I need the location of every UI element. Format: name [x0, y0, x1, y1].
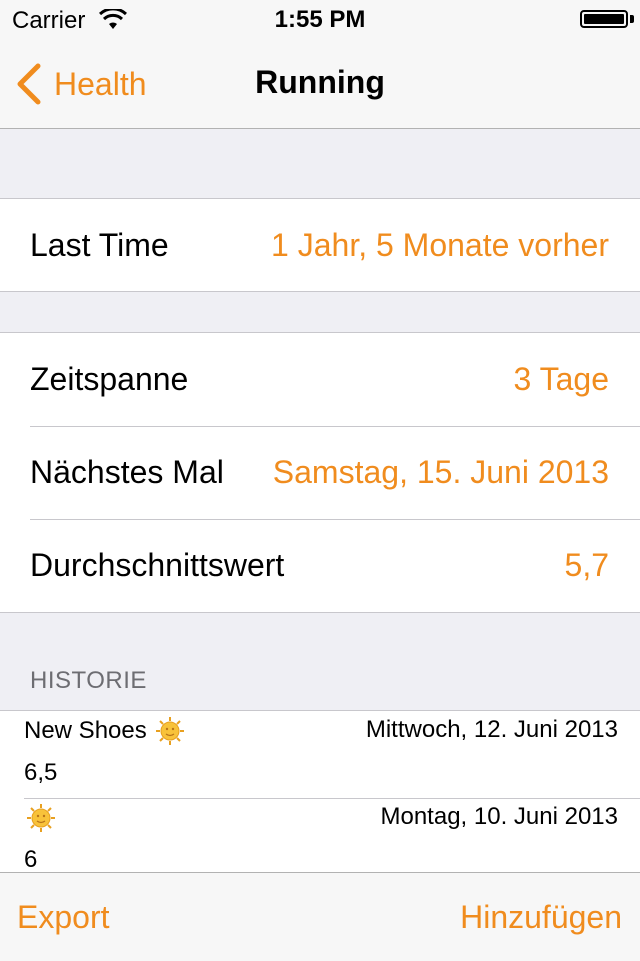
average-label: Durchschnittswert: [30, 547, 285, 583]
history-item-title: New Shoes: [24, 717, 147, 744]
export-button[interactable]: Export: [17, 899, 109, 936]
next-time-value: Samstag, 15. Juni 2013: [272, 454, 609, 490]
last-time-label: Last Time: [30, 227, 169, 263]
navigation-bar: Health Running: [0, 40, 640, 129]
history-item-title-wrap: New Shoes: [24, 716, 185, 746]
sun-emoji-icon: [27, 804, 55, 832]
list-item[interactable]: Montag, 10. Juni 2013 6: [0, 798, 640, 873]
battery-nub: [630, 15, 634, 23]
battery-icon: [580, 10, 628, 28]
add-button[interactable]: Hinzufügen: [460, 899, 622, 936]
list-item[interactable]: New Shoes Mittwoch, 12. Juni 2013 6,5: [0, 711, 640, 798]
history-item-value: 6,5: [24, 759, 58, 786]
page-title: Running: [255, 64, 385, 100]
next-time-label: Nächstes Mal: [30, 454, 224, 490]
history-item-value: 6: [24, 846, 38, 873]
status-bar: Carrier 1:55 PM: [0, 0, 640, 40]
history-item-date: Mittwoch, 12. Juni 2013: [365, 716, 618, 743]
history-list[interactable]: New Shoes Mittwoch, 12. Juni 2013 6,5 Mo…: [0, 710, 640, 873]
last-time-group: Last Time 1 Jahr, 5 Monate vorher: [0, 198, 640, 292]
sun-emoji-icon: [155, 717, 184, 745]
bottom-toolbar: Export Hinzufügen: [0, 872, 640, 961]
stats-group: Zeitspanne 3 Tage Nächstes Mal Samstag, …: [0, 332, 640, 613]
stats-row-next-time[interactable]: Nächstes Mal Samstag, 15. Juni 2013: [0, 426, 640, 519]
history-section-header: HISTORIE: [30, 667, 147, 694]
history-item-date: Montag, 10. Juni 2013: [380, 803, 618, 830]
last-time-row[interactable]: Last Time 1 Jahr, 5 Monate vorher: [0, 199, 640, 291]
last-time-value: 1 Jahr, 5 Monate vorher: [271, 227, 609, 263]
interval-value: 3 Tage: [513, 361, 610, 397]
stats-row-average[interactable]: Durchschnittswert 5,7: [0, 519, 640, 612]
status-time: 1:55 PM: [274, 6, 366, 33]
interval-label: Zeitspanne: [30, 361, 189, 397]
history-item-title-wrap: [18, 803, 56, 833]
stats-row-interval[interactable]: Zeitspanne 3 Tage: [0, 333, 640, 426]
average-value: 5,7: [564, 547, 609, 583]
